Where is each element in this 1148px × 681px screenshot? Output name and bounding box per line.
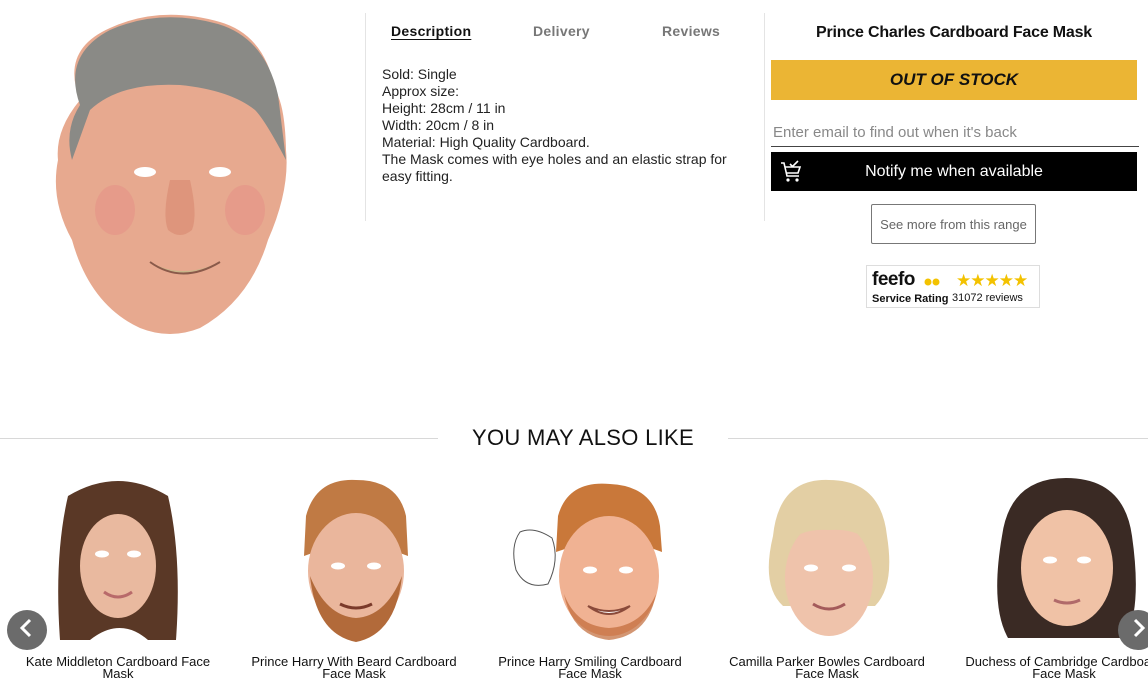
feefo-eyes-icon xyxy=(924,273,940,291)
product-description: Sold: Single Approx size: Height: 28cm /… xyxy=(382,66,742,185)
review-count: 31072 reviews xyxy=(952,292,1023,304)
chevron-right-icon xyxy=(1129,618,1147,643)
star-rating: ★★★★★ xyxy=(956,271,1028,290)
chevron-left-icon xyxy=(18,618,36,643)
tab-delivery[interactable]: Delivery xyxy=(533,23,590,39)
tab-description[interactable]: Description xyxy=(391,23,471,39)
related-product-image[interactable] xyxy=(946,476,1148,646)
service-rating-label: Service Rating xyxy=(872,293,949,305)
cart-check-icon xyxy=(779,160,803,184)
email-field[interactable] xyxy=(771,118,1139,147)
divider xyxy=(0,438,438,439)
related-name-line: Face Mask xyxy=(795,666,859,681)
related-product-image[interactable] xyxy=(472,476,708,646)
product-image xyxy=(50,10,292,336)
feefo-rating-badge[interactable]: feefo Service Rating ★★★★★ 31072 reviews xyxy=(866,265,1040,308)
carousel-prev-button[interactable] xyxy=(7,610,47,650)
out-of-stock-banner: OUT OF STOCK xyxy=(771,60,1137,100)
description-line: Sold: Single xyxy=(382,66,457,82)
notify-button[interactable]: Notify me when available xyxy=(771,152,1137,191)
related-name-line: Face Mask xyxy=(558,666,622,681)
product-title: Prince Charles Cardboard Face Mask xyxy=(816,24,1092,41)
description-line: Approx size: xyxy=(382,83,460,99)
description-line: Height: 28cm / 11 in xyxy=(382,100,506,116)
related-name-line: Face Mask xyxy=(1032,666,1096,681)
related-product-name[interactable]: Camilla Parker Bowles Cardboard Face Mas… xyxy=(709,655,945,681)
related-product-name[interactable]: Kate Middleton Cardboard Face Mask xyxy=(0,655,236,681)
related-product-name[interactable]: Prince Harry Smiling Cardboard Face Mask xyxy=(472,655,708,681)
notify-button-label: Notify me when available xyxy=(865,162,1043,180)
divider xyxy=(728,438,1148,439)
feefo-logo: feefo xyxy=(872,269,915,290)
description-line: Width: 20cm / 8 in xyxy=(382,117,495,133)
tab-reviews[interactable]: Reviews xyxy=(662,23,720,39)
stock-status: OUT OF STOCK xyxy=(889,70,1019,89)
related-name-line: Face Mask xyxy=(322,666,386,681)
product-info-panel: Description Delivery Reviews Sold: Singl… xyxy=(365,13,765,221)
related-heading: YOU MAY ALSO LIKE xyxy=(472,425,694,450)
description-line: The Mask comes with eye holes and an ela… xyxy=(382,151,727,184)
related-product-image[interactable] xyxy=(709,476,945,646)
related-name-line: Mask xyxy=(102,666,134,681)
related-product-image[interactable] xyxy=(236,476,472,646)
related-product-name[interactable]: Prince Harry With Beard Cardboard Face M… xyxy=(236,655,472,681)
related-product-name[interactable]: Duchess of Cambridge Cardboard Face Mask xyxy=(946,655,1148,681)
description-line: Material: High Quality Cardboard. xyxy=(382,134,590,150)
see-more-button[interactable]: See more from this range xyxy=(871,204,1036,244)
